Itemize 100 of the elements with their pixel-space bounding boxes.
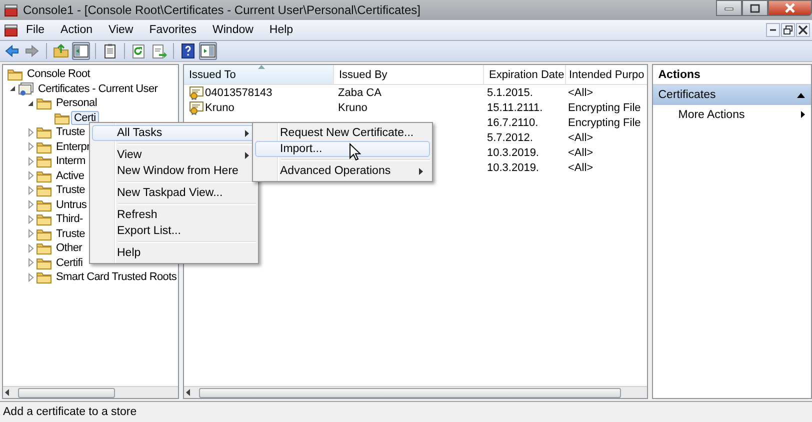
menu-item[interactable]: Request New Certificate... [255,125,430,141]
collapsed-arrow-icon[interactable] [28,128,34,137]
tree-item[interactable]: Console Root [24,67,94,82]
restore-icon [782,24,794,36]
tree-item[interactable]: Active [53,168,88,183]
table-cell-text: 15.11.2111. [486,102,544,114]
actions-section-header[interactable]: Certificates [653,85,811,105]
menu-item[interactable]: Export List... [92,223,256,239]
expanded-arrow-icon[interactable] [27,100,34,107]
back-arrow-icon [4,43,20,59]
menu-item[interactable]: Refresh [92,207,256,223]
menu-item[interactable]: Window [204,24,262,36]
certificate-icon [189,86,204,100]
table-cell-text: 10.3.2019. [486,146,540,158]
tree-item[interactable]: Truste [53,226,88,241]
folder-icon [36,256,52,270]
table-cell-text: Encrypting File [567,102,642,114]
tree-item[interactable]: Certifi [53,256,86,270]
minimize-icon [770,29,776,31]
sort-arrow-icon [258,65,265,69]
column-header[interactable]: Issued To [184,65,334,84]
tree-item[interactable]: Certificates - Current User [35,82,161,96]
close-button[interactable] [796,23,810,37]
tree-item[interactable]: Truste [53,183,88,198]
menu-item[interactable]: New Window from Here [92,163,256,179]
console-icon[interactable] [4,24,18,36]
menu-item[interactable]: View [92,147,256,163]
folder-icon [7,67,23,82]
menu-item[interactable]: Action [52,24,100,36]
folder-icon [36,96,52,110]
export-list-icon [151,43,167,59]
tree-item[interactable]: Other [53,241,86,256]
horizontal-scrollbar[interactable] [184,386,648,398]
folder-icon [36,198,52,212]
collapsed-arrow-icon[interactable] [28,244,34,253]
collapsed-arrow-icon[interactable] [28,171,34,180]
toolbar-button[interactable] [72,42,90,60]
table-cell-text: 5.1.2015. [486,86,534,98]
menu-item[interactable]: Favorites [141,24,205,36]
forward-arrow-icon [24,43,40,59]
table-cell: Kruno [184,100,333,114]
tree-item[interactable]: Smart Card Trusted Roots [53,270,178,284]
refresh-icon [131,43,147,59]
collapsed-arrow-icon[interactable] [28,229,34,238]
tree-item[interactable]: Certi [71,110,99,125]
restore-button[interactable] [781,23,795,37]
tree-item[interactable]: Enterpr [53,140,93,154]
collapsed-arrow-icon[interactable] [28,142,34,152]
window-title: Console1 - [Console Root\Certificates - Current User\Personal\Certificates] [23,3,420,17]
minimize-button[interactable] [766,23,780,37]
table-cell-text: Zaba CA [337,86,382,98]
tree-item[interactable]: Untrus [53,198,90,212]
action-pane-icon [200,43,216,59]
maximize-icon [750,4,760,12]
tree-pane-icon [73,43,89,59]
collapsed-arrow-icon[interactable] [28,186,34,195]
table-cell-text: 10.3.2019. [486,162,540,174]
close-icon [784,3,796,13]
certificate-store-icon [18,82,34,96]
collapsed-arrow-icon[interactable] [28,214,34,224]
expanded-arrow-icon[interactable] [9,85,16,92]
folder-icon [36,226,52,241]
toolbar-button[interactable] [179,42,197,60]
horizontal-scrollbar[interactable] [3,386,178,398]
menu-item[interactable]: New Taskpad View... [92,185,256,201]
minimize-icon [724,5,734,11]
folder-icon [36,241,52,256]
menu-item[interactable]: Help [261,24,302,36]
table-cell-text: <All> [567,86,594,98]
help-icon [180,43,196,59]
maximize-button[interactable] [742,0,768,16]
table-cell-text: Encrypting File [567,116,642,128]
menu-item[interactable]: Import... [255,141,430,157]
tree-item[interactable]: Third- [53,212,86,226]
collapsed-arrow-icon[interactable] [28,258,34,268]
table-cell-text: <All> [567,132,594,144]
folder-up-icon [53,43,69,59]
collapsed-arrow-icon[interactable] [28,272,34,282]
table-cell-text: Kruno [337,102,368,114]
tree-item[interactable]: Interm [53,154,88,168]
certificate-icon [189,100,204,114]
toolbar-button[interactable] [3,42,21,60]
menu-item[interactable]: View [100,24,142,36]
menu-item[interactable]: Help [92,245,256,261]
action-link[interactable]: More Actions [653,105,811,124]
collapsed-arrow-icon[interactable] [28,200,34,210]
folder-icon [36,212,52,226]
collapsed-arrow-icon[interactable] [28,156,34,166]
table-cell-text: <All> [567,162,594,174]
folder-icon [36,183,52,198]
tree-item[interactable]: Truste [53,125,88,140]
tree-item[interactable]: Personal [53,96,100,110]
toolbar-button[interactable] [199,42,217,60]
console-icon [4,4,18,16]
menu-item[interactable]: File [18,24,53,36]
menu-item[interactable]: Advanced Operations [255,163,430,179]
close-button[interactable] [768,0,812,16]
folder-icon [36,140,52,154]
clipboard-icon [102,43,118,59]
table-cell-text: 16.7.2110. [486,116,540,128]
